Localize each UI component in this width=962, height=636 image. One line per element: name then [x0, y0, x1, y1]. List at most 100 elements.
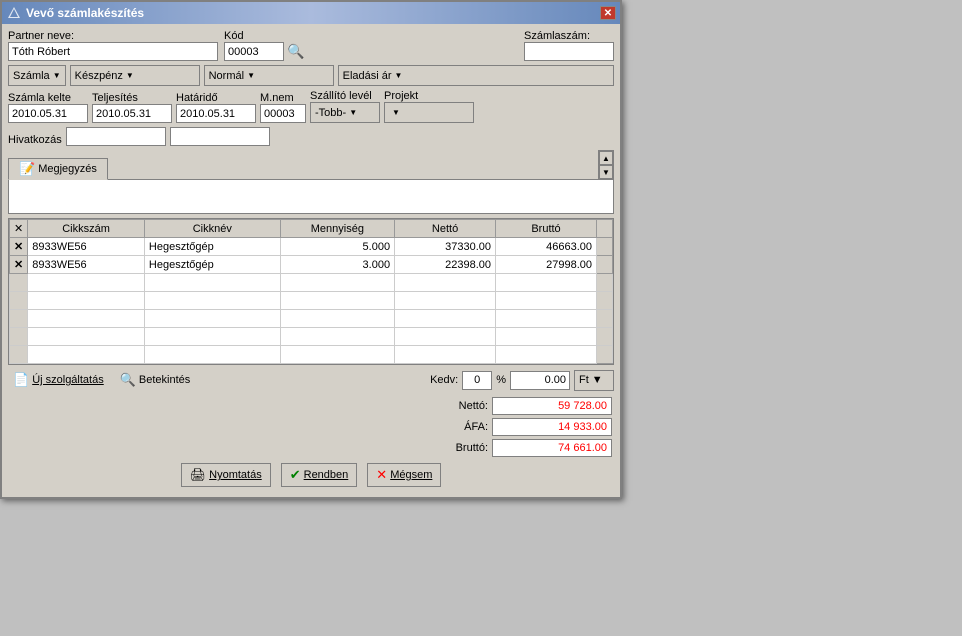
fizetmod-dropdown[interactable]: Készpénz ▼ [70, 65, 200, 86]
row-x-6 [10, 328, 28, 346]
row-ikknev-1[interactable]: Hegesztőgép [144, 238, 280, 256]
row-b-4[interactable] [496, 292, 597, 310]
action-row: 🖨 Nyomtatás ✔ Rendben ✕ Mégsem [8, 463, 614, 491]
row-ne-5[interactable] [395, 310, 496, 328]
summary-section: Nettó: 59 728.00 ÁFA: 14 933.00 Bruttó: … [8, 397, 614, 457]
row-m-7[interactable] [280, 346, 394, 364]
projekt-dropdown[interactable]: ▼ [384, 102, 474, 123]
betekintes-button[interactable]: 🔍 Betekintés [115, 369, 196, 391]
row-n-5[interactable] [144, 310, 280, 328]
szallito-val: -Tobb- [315, 107, 346, 119]
row-netto-2[interactable]: 22398.00 [395, 256, 496, 274]
row-b-7[interactable] [496, 346, 597, 364]
brutto-value: 74 661.00 [492, 439, 612, 457]
row-ne-6[interactable] [395, 328, 496, 346]
row-netto-1[interactable]: 37330.00 [395, 238, 496, 256]
mnem-group: M.nem [260, 92, 306, 123]
row-n-4[interactable] [144, 292, 280, 310]
col-cikkszam: Cikkszám [28, 220, 145, 238]
row-ne-7[interactable] [395, 346, 496, 364]
row-s-7 [597, 346, 613, 364]
uj-szolgaltatas-button[interactable]: 📄 Új szolgáltatás [8, 369, 109, 391]
netto-row: Nettó: 59 728.00 [438, 397, 612, 415]
kod-input[interactable] [224, 42, 284, 61]
row-cikkszam-2[interactable]: 8933WE56 [28, 256, 145, 274]
megsem-button[interactable]: ✕ Mégsem [367, 463, 441, 487]
row-b-5[interactable] [496, 310, 597, 328]
szamlaszam-input[interactable] [524, 42, 614, 61]
window-title: Vevő számlakészítés [26, 6, 144, 20]
row-x-1[interactable]: ✕ [10, 238, 28, 256]
teljesites-label: Teljesítés [92, 92, 172, 104]
table-header-row: ✕ Cikkszám Cikknév Mennyiség Nettó Brutt… [10, 220, 613, 238]
row-m-6[interactable] [280, 328, 394, 346]
fizetmod-arrow-icon: ▼ [126, 71, 134, 80]
row-n-6[interactable] [144, 328, 280, 346]
normal-dropdown[interactable]: Normál ▼ [204, 65, 334, 86]
row-m-5[interactable] [280, 310, 394, 328]
table-row [10, 310, 613, 328]
szallito-dropdown[interactable]: -Tobb- ▼ [310, 102, 380, 123]
szamla-dropdown[interactable]: Számla ▼ [8, 65, 66, 86]
col-ikknev: Cikknév [144, 220, 280, 238]
scroll-up-button[interactable]: ▲ [599, 151, 613, 165]
row-n-3[interactable] [144, 274, 280, 292]
megjegyzes-tab[interactable]: 📝 Megjegyzés [8, 158, 108, 180]
row-ne-4[interactable] [395, 292, 496, 310]
row-mennyiseg-2[interactable]: 3.000 [280, 256, 394, 274]
row-brutto-2[interactable]: 27998.00 [496, 256, 597, 274]
app-icon [6, 5, 22, 21]
normal-arrow-icon: ▼ [247, 71, 255, 80]
row-mennyiseg-1[interactable]: 5.000 [280, 238, 394, 256]
row-c-4[interactable] [28, 292, 145, 310]
col-scrollbar [597, 220, 613, 238]
row-b-3[interactable] [496, 274, 597, 292]
row-ikknev-2[interactable]: Hegesztőgép [144, 256, 280, 274]
scroll-down-button[interactable]: ▼ [599, 165, 613, 179]
hivatkozas-row: Hivatkozás [8, 127, 614, 146]
row-ne-3[interactable] [395, 274, 496, 292]
eladasi-arrow-icon: ▼ [395, 71, 403, 80]
tab-bar: 📝 Megjegyzés ▲ ▼ [8, 150, 614, 180]
row-b-6[interactable] [496, 328, 597, 346]
uj-label-text: Új szolgáltatás [32, 374, 104, 386]
partner-label: Partner neve: [8, 30, 218, 42]
table-row [10, 328, 613, 346]
rendben-button[interactable]: ✔ Rendben [281, 463, 358, 487]
hivatkozas-input1[interactable] [66, 127, 166, 146]
row-m-3[interactable] [280, 274, 394, 292]
table-row: ✕ 8933WE56 Hegesztőgép 5.000 37330.00 46… [10, 238, 613, 256]
kedv-input[interactable] [462, 371, 492, 390]
table-row [10, 292, 613, 310]
hataridő-input[interactable] [176, 104, 256, 123]
kod-group: Kód 🔍 [224, 30, 304, 61]
row-brutto-1[interactable]: 46663.00 [496, 238, 597, 256]
currency-dropdown[interactable]: Ft ▼ [574, 370, 614, 391]
row-c-3[interactable] [28, 274, 145, 292]
megjegyzes-textarea[interactable] [9, 180, 597, 213]
search-icon[interactable]: 🔍 [287, 43, 304, 60]
hivatkozas-input2[interactable] [170, 127, 270, 146]
row-c-5[interactable] [28, 310, 145, 328]
row-x-2[interactable]: ✕ [10, 256, 28, 274]
partner-input[interactable] [8, 42, 218, 61]
row-cikkszam-1[interactable]: 8933WE56 [28, 238, 145, 256]
kelte-input[interactable] [8, 104, 88, 123]
new-service-icon: 📄 [13, 372, 29, 388]
eladasi-dropdown[interactable]: Eladási ár ▼ [338, 65, 614, 86]
row-m-4[interactable] [280, 292, 394, 310]
kedv-amount-input[interactable] [510, 371, 570, 390]
rendben-label: Rendben [304, 469, 349, 481]
kedv-label: Kedv: [430, 374, 458, 386]
row-n-7[interactable] [144, 346, 280, 364]
row-c-7[interactable] [28, 346, 145, 364]
mnem-input[interactable] [260, 104, 306, 123]
row-c-6[interactable] [28, 328, 145, 346]
main-window: Vevő számlakészítés ✕ Partner neve: Kód … [0, 0, 622, 499]
col-brutto: Bruttó [496, 220, 597, 238]
close-button[interactable]: ✕ [600, 6, 616, 20]
teljesites-input[interactable] [92, 104, 172, 123]
content-area: Partner neve: Kód 🔍 Számlaszám: Számla ▼ [2, 24, 620, 497]
betekintes-icon: 🔍 [120, 372, 136, 388]
nyomtatas-button[interactable]: 🖨 Nyomtatás [181, 463, 271, 487]
